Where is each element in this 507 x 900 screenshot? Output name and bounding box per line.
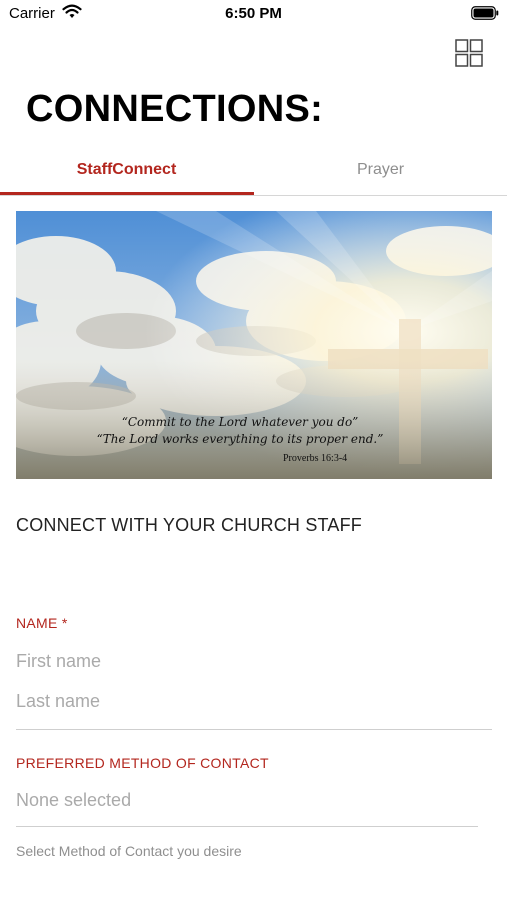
verse-line-2: “The Lord works everything to its proper… bbox=[96, 432, 384, 446]
last-name-input[interactable] bbox=[16, 691, 492, 712]
contact-method-select[interactable]: None selected bbox=[16, 790, 478, 811]
name-divider bbox=[16, 729, 492, 730]
name-label: NAME * bbox=[16, 615, 68, 631]
grid-menu-icon bbox=[455, 39, 483, 67]
page-title: CONNECTIONS: bbox=[26, 88, 324, 130]
verse-reference: Proverbs 16:3-4 bbox=[283, 453, 348, 464]
clock: 6:50 PM bbox=[225, 5, 282, 22]
tab-bar: StaffConnect Prayer bbox=[0, 152, 507, 196]
banner-image: “Commit to the Lord whatever you do” “Th… bbox=[16, 211, 492, 479]
verse-line-1: “Commit to the Lord whatever you do” bbox=[121, 415, 359, 429]
tab-prayer[interactable]: Prayer bbox=[254, 152, 507, 196]
contact-method-label: PREFERRED METHOD OF CONTACT bbox=[16, 755, 269, 771]
contact-divider bbox=[16, 826, 478, 827]
tab-staffconnect[interactable]: StaffConnect bbox=[0, 152, 253, 196]
form-heading: CONNECT WITH YOUR CHURCH STAFF bbox=[16, 515, 362, 535]
active-tab-indicator bbox=[0, 192, 254, 195]
contact-helper-text: Select Method of Contact you desire bbox=[16, 843, 242, 859]
status-bar: Carrier 6:50 PM bbox=[0, 0, 507, 28]
first-name-input[interactable] bbox=[16, 651, 492, 672]
grid-menu-button[interactable] bbox=[455, 39, 483, 67]
battery-icon bbox=[471, 6, 499, 25]
